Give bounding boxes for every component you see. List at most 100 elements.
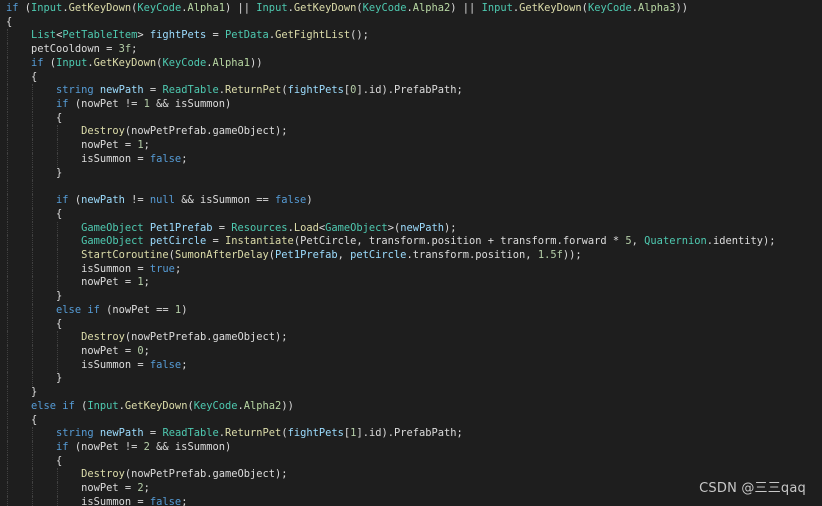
code-line[interactable]: }: [6, 290, 818, 304]
indent-guide: [57, 125, 59, 140]
code-line[interactable]: {: [6, 70, 818, 85]
code-line[interactable]: [6, 180, 818, 195]
indent-guide: [32, 207, 34, 222]
code-line[interactable]: else if (Input.GetKeyDown(KeyCode.Alpha2…: [6, 399, 818, 414]
code-token: Alpha1: [187, 2, 226, 14]
code-line[interactable]: {: [6, 317, 818, 332]
indent-guide: [32, 482, 34, 496]
code-token: Alpha3: [638, 2, 676, 14]
code-token: {: [6, 15, 13, 28]
code-token: .transform.position,: [406, 248, 538, 261]
code-line[interactable]: Destroy(nowPetPrefab.gameObject);: [6, 331, 818, 345]
code-token: petCircle: [149, 235, 207, 248]
code-token: (nowPetPrefab.gameObject);: [124, 468, 288, 481]
code-editor[interactable]: if (Input.GetKeyDown(KeyCode.Alpha1) || …: [0, 0, 822, 506]
code-token: GameObject: [81, 221, 144, 234]
code-line[interactable]: isSummon = false;: [6, 152, 818, 167]
code-token: isSummon =: [81, 152, 150, 165]
indent-guide: [32, 98, 34, 112]
code-line[interactable]: List<PetTableItem> fightPets = PetData.G…: [6, 29, 818, 44]
code-token: (: [18, 2, 32, 14]
code-token: ;: [174, 262, 182, 275]
code-token: ;: [143, 344, 150, 357]
code-token: Quaternion: [644, 235, 707, 248]
code-token: newPath: [99, 84, 144, 97]
code-token: isSummon =: [81, 495, 150, 506]
code-token: Alpha2: [412, 2, 451, 14]
code-line[interactable]: Destroy(nowPetPrefab.gameObject);: [6, 468, 818, 483]
code-token: GetKeyDown: [519, 2, 582, 14]
code-token: }: [31, 386, 38, 399]
indent-guide: [57, 248, 59, 263]
code-line[interactable]: if (Input.GetKeyDown(KeyCode.Alpha1)): [6, 56, 818, 71]
code-line[interactable]: nowPet = 1;: [6, 276, 818, 291]
code-line[interactable]: }: [6, 386, 818, 400]
code-token: newPath: [81, 194, 125, 207]
code-line[interactable]: if (newPath != null && isSummon == false…: [6, 194, 818, 208]
code-line[interactable]: }: [6, 372, 818, 387]
code-token: =: [212, 221, 232, 234]
code-line[interactable]: if (Input.GetKeyDown(KeyCode.Alpha1) || …: [6, 2, 818, 16]
code-line[interactable]: GameObject petCircle = Instantiate(PetCi…: [6, 235, 818, 249]
indent-guide: [57, 358, 59, 373]
code-line[interactable]: {: [6, 454, 818, 469]
code-line[interactable]: {: [6, 111, 818, 126]
code-token: if: [56, 194, 69, 207]
code-token: !=: [124, 194, 150, 207]
code-token: Resources: [231, 221, 288, 234]
code-token: nowPet =: [81, 139, 138, 152]
code-token: }: [56, 372, 63, 385]
code-token: PetData: [225, 29, 269, 42]
code-token: (: [74, 399, 88, 412]
code-line[interactable]: isSummon = false;: [6, 495, 818, 506]
code-token: ReadTable: [162, 427, 219, 440]
code-line[interactable]: nowPet = 0;: [6, 344, 818, 359]
code-line[interactable]: if (nowPet != 2 && isSummon): [6, 441, 818, 455]
code-token: GetKeyDown: [293, 2, 357, 14]
code-area[interactable]: if (Input.GetKeyDown(KeyCode.Alpha1) || …: [6, 2, 818, 506]
code-line[interactable]: else if (nowPet == 1): [6, 303, 818, 318]
code-line[interactable]: isSummon = false;: [6, 358, 818, 373]
code-line[interactable]: GameObject Pet1Prefab = Resources.Load<G…: [6, 221, 818, 236]
code-line[interactable]: {: [6, 207, 818, 222]
code-token: null: [149, 194, 175, 207]
code-line[interactable]: string newPath = ReadTable.ReturnPet(fig…: [6, 84, 818, 99]
indent-guide: [7, 386, 8, 400]
code-line[interactable]: nowPet = 1;: [6, 139, 818, 153]
code-line[interactable]: if (nowPet != 1 && isSummon): [6, 98, 818, 112]
code-token: 3f: [118, 43, 132, 56]
indent-guide: [7, 468, 8, 483]
code-token: (nowPet !=: [68, 441, 144, 453]
code-line[interactable]: }: [6, 166, 818, 181]
code-token: ): [181, 303, 188, 316]
code-line[interactable]: StartCoroutine(SumonAfterDelay(Pet1Prefa…: [6, 248, 818, 263]
indent-guide: [32, 468, 34, 483]
code-line[interactable]: isSummon = true;: [6, 262, 818, 277]
code-token: GameObject: [325, 221, 388, 234]
indent-guide: [7, 56, 8, 71]
indent-guide: [32, 317, 34, 332]
code-token: ));: [562, 248, 582, 261]
code-line[interactable]: nowPet = 2;: [6, 482, 818, 496]
code-token: Input: [31, 2, 63, 14]
code-token: )): [281, 399, 294, 412]
code-token: if: [6, 2, 19, 14]
code-token: (nowPet ==: [99, 303, 175, 316]
indent-guide: [7, 482, 8, 496]
code-line[interactable]: petCooldown = 3f;: [6, 43, 818, 57]
code-token: Input: [56, 56, 88, 69]
code-line[interactable]: {: [6, 413, 818, 428]
code-line[interactable]: Destroy(nowPetPrefab.gameObject);: [6, 125, 818, 140]
code-line[interactable]: string newPath = ReadTable.ReturnPet(fig…: [6, 427, 818, 441]
code-line[interactable]: {: [6, 16, 818, 30]
